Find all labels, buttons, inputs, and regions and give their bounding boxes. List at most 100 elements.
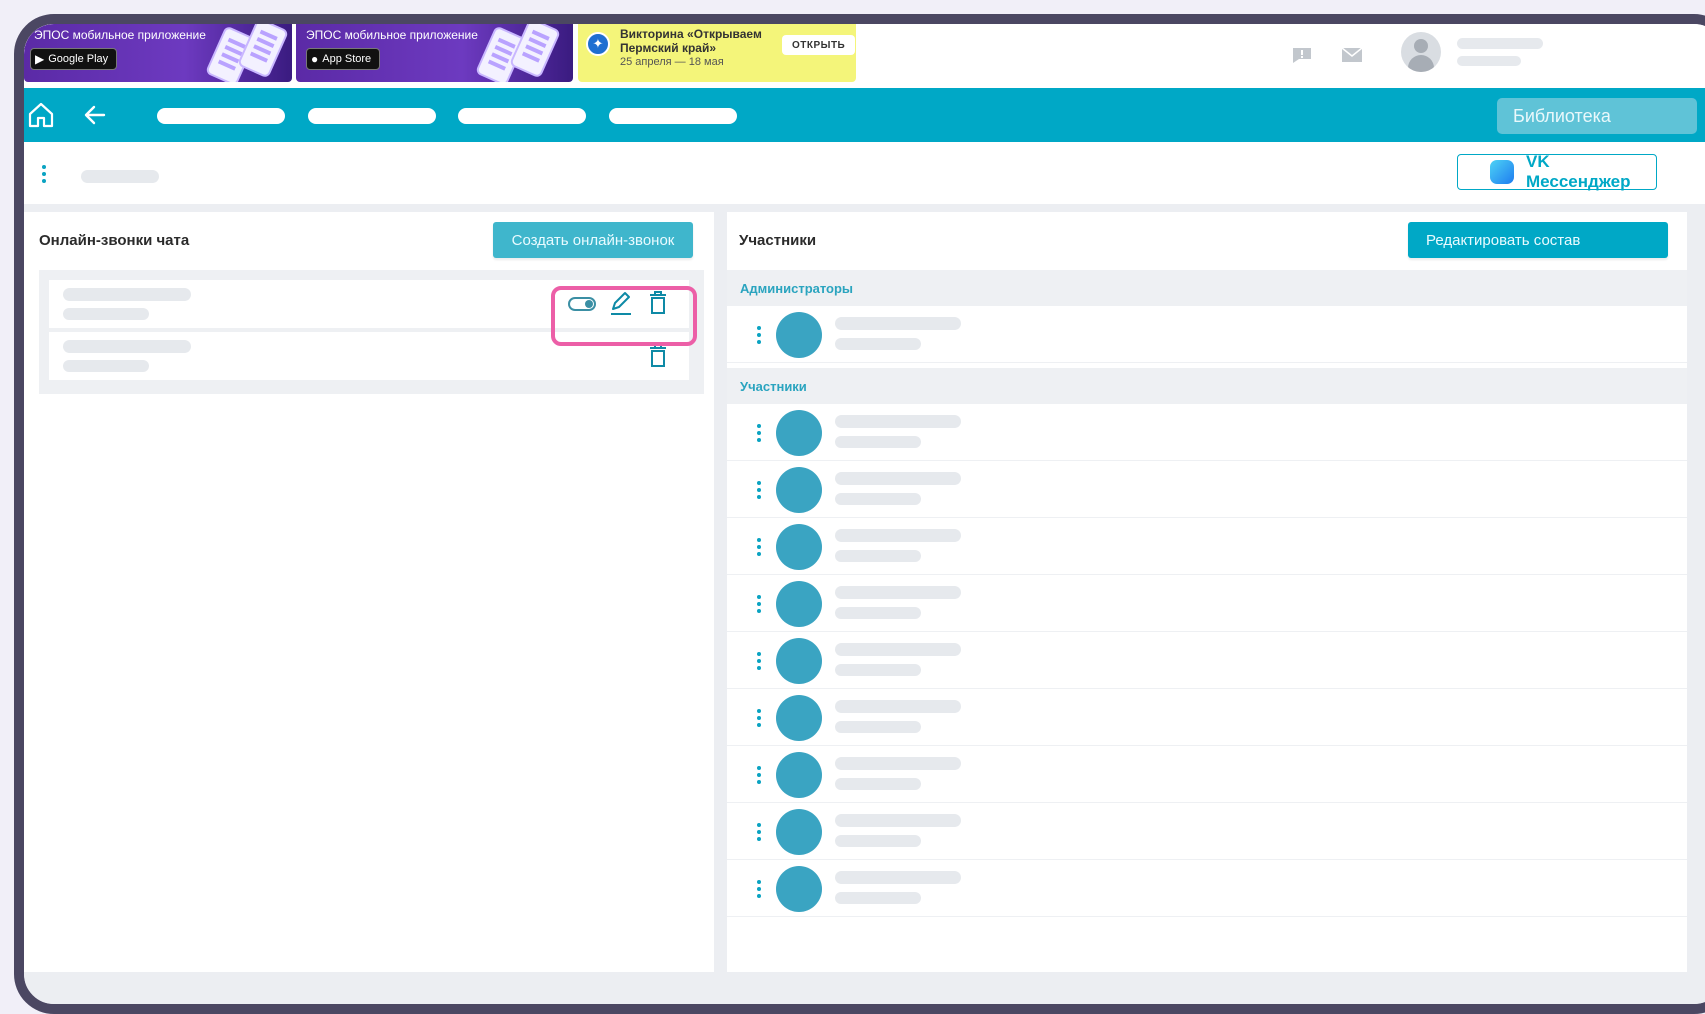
kebab-menu-icon[interactable] [757, 424, 761, 442]
vk-messenger-label: VK Мессенджер [1526, 152, 1631, 191]
member-name-placeholder [835, 415, 961, 428]
member-name-placeholder [835, 643, 961, 656]
kebab-menu-icon[interactable] [757, 326, 761, 344]
member-role-placeholder [835, 338, 921, 350]
nav-item-placeholder[interactable] [308, 108, 436, 124]
member-row[interactable] [727, 461, 1687, 518]
kebab-menu-icon[interactable] [757, 709, 761, 727]
edit-participants-button[interactable]: Редактировать состав [1408, 222, 1668, 258]
member-role-placeholder [835, 436, 921, 448]
participants-panel: Участники Редактировать состав Администр… [727, 212, 1687, 972]
avatar [776, 312, 822, 358]
nav-item-placeholder[interactable] [458, 108, 586, 124]
controls-highlight-frame [551, 286, 697, 346]
avatar [776, 524, 822, 570]
screen: ЭПОС мобильное приложение ▶ Google Play … [24, 24, 1705, 1004]
quiz-open-button[interactable]: ОТКРЫТЬ [782, 35, 856, 55]
quiz-icon: ✦ [586, 32, 610, 56]
member-row[interactable] [727, 575, 1687, 632]
member-row[interactable] [727, 632, 1687, 689]
member-row[interactable] [727, 860, 1687, 917]
chat-name-placeholder [81, 170, 159, 183]
promo-quiz[interactable]: ✦ Викторина «Открываем Пермский край» 25… [578, 24, 856, 82]
play-icon: ▶ [35, 52, 45, 66]
promo-app-store[interactable]: ЭПОС мобильное приложение ● App Store [296, 24, 573, 82]
apple-icon: ● [311, 52, 319, 66]
vk-messenger-icon [1490, 160, 1514, 184]
members-header-label: Участники [740, 379, 807, 394]
member-name-placeholder [835, 814, 961, 827]
nav-item-placeholder[interactable] [609, 108, 737, 124]
mail-icon[interactable] [1341, 46, 1363, 64]
notification-flag-icon[interactable] [1291, 46, 1313, 64]
home-icon[interactable] [26, 100, 56, 130]
back-arrow-icon[interactable] [80, 100, 110, 130]
device-frame: ЭПОС мобильное приложение ▶ Google Play … [14, 14, 1705, 1014]
avatar [776, 695, 822, 741]
avatar [776, 467, 822, 513]
avatar [776, 638, 822, 684]
admin-row[interactable] [727, 306, 1687, 363]
kebab-menu-icon[interactable] [757, 880, 761, 898]
kebab-menu-icon[interactable] [757, 823, 761, 841]
promo-google-play[interactable]: ЭПОС мобильное приложение ▶ Google Play [24, 24, 292, 82]
member-row[interactable] [727, 803, 1687, 860]
member-role-placeholder [835, 664, 921, 676]
member-row[interactable] [727, 689, 1687, 746]
promo-text: ЭПОС мобильное приложение [34, 28, 206, 42]
online-calls-title: Онлайн-звонки чата [39, 232, 190, 249]
main-nav: Библиотека [24, 88, 1705, 142]
member-name-placeholder [835, 472, 961, 485]
member-name-placeholder [835, 586, 961, 599]
trash-icon[interactable] [649, 344, 667, 368]
quiz-title: Викторина «Открываем Пермский край» [620, 27, 762, 55]
promo-text: ЭПОС мобильное приложение [306, 28, 478, 42]
phone-illustration [236, 24, 290, 79]
member-row[interactable] [727, 746, 1687, 803]
call-date-placeholder [63, 360, 149, 372]
avatar [776, 581, 822, 627]
kebab-menu-icon[interactable] [757, 538, 761, 556]
top-banner-bar: ЭПОС мобильное приложение ▶ Google Play … [24, 24, 1705, 98]
google-play-badge[interactable]: ▶ Google Play [30, 48, 118, 70]
member-role-placeholder [835, 493, 921, 505]
vk-messenger-button[interactable]: VK Мессенджер [1457, 152, 1657, 191]
quiz-dates: 25 апреля — 18 мая [620, 56, 724, 68]
user-name-placeholder [1457, 38, 1543, 49]
avatar [776, 410, 822, 456]
kebab-menu-icon[interactable] [757, 766, 761, 784]
member-role-placeholder [835, 835, 921, 847]
chat-subheader: VK Мессенджер [24, 142, 1705, 204]
store-label: Google Play [48, 53, 109, 65]
user-avatar[interactable] [1401, 32, 1441, 72]
kebab-menu-icon[interactable] [757, 595, 761, 613]
member-role-placeholder [835, 721, 921, 733]
kebab-menu-icon[interactable] [757, 652, 761, 670]
kebab-menu-icon[interactable] [757, 481, 761, 499]
member-role-placeholder [835, 892, 921, 904]
member-role-placeholder [835, 550, 921, 562]
app-store-badge[interactable]: ● App Store [306, 48, 381, 70]
member-name-placeholder [835, 317, 961, 330]
members-section-header: Участники [727, 368, 1687, 404]
member-name-placeholder [835, 871, 961, 884]
create-call-button[interactable]: Создать онлайн-звонок [493, 222, 693, 258]
member-role-placeholder [835, 778, 921, 790]
phone-illustration [508, 24, 562, 79]
nav-item-placeholder[interactable] [157, 108, 285, 124]
member-name-placeholder [835, 757, 961, 770]
member-role-placeholder [835, 607, 921, 619]
member-row[interactable] [727, 404, 1687, 461]
avatar [776, 809, 822, 855]
user-role-placeholder [1457, 56, 1521, 66]
avatar [776, 866, 822, 912]
member-name-placeholder [835, 529, 961, 542]
call-name-placeholder [63, 288, 191, 301]
kebab-menu-icon[interactable] [42, 165, 46, 183]
library-button[interactable]: Библиотека [1497, 98, 1697, 134]
call-date-placeholder [63, 308, 149, 320]
admins-section-header: Администраторы [727, 270, 1687, 306]
call-name-placeholder [63, 340, 191, 353]
member-row[interactable] [727, 518, 1687, 575]
admins-header-label: Администраторы [740, 281, 854, 296]
